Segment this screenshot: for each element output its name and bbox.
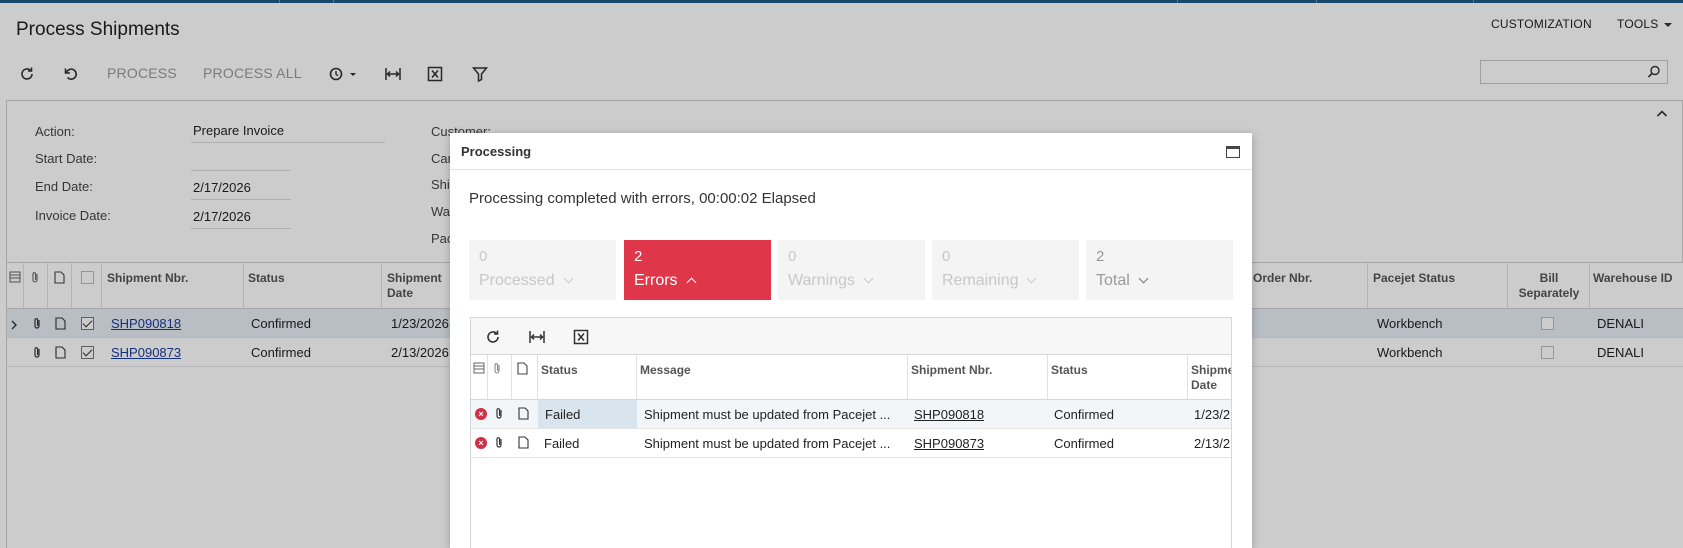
chevron-down-icon: [1138, 273, 1149, 284]
chevron-down-icon: [563, 273, 574, 284]
status-2-cell: Confirmed: [1054, 407, 1114, 422]
col-shipment-date-line1: Shipme: [1191, 363, 1232, 377]
warnings-label: Warnings: [788, 272, 874, 290]
shipment-nbr-link[interactable]: SHP090818: [914, 407, 984, 422]
col-message[interactable]: Message: [640, 363, 691, 378]
remaining-tile[interactable]: 0 Remaining: [932, 240, 1079, 300]
processing-dialog: Processing Processing completed with err…: [450, 133, 1252, 548]
errors-label-text: Errors: [634, 272, 678, 289]
chevron-down-icon: [1027, 273, 1037, 284]
total-label: Total: [1096, 272, 1149, 290]
results-toolbar: [471, 318, 1231, 355]
results-header: Status Message Shipment Nbr. Status Ship…: [471, 355, 1231, 400]
errors-count: 2: [634, 248, 643, 265]
chevron-up-icon: [686, 277, 697, 288]
status-cell[interactable]: Failed: [544, 436, 579, 451]
note-icon: [517, 362, 528, 378]
errors-tile[interactable]: 2 Errors: [624, 240, 771, 300]
col-status-2[interactable]: Status: [1051, 363, 1088, 378]
status-2-cell: Confirmed: [1054, 436, 1114, 451]
message-cell: Shipment must be updated from Pacejet ..…: [644, 436, 891, 451]
status-cell[interactable]: Failed: [538, 400, 637, 428]
dialog-divider: [450, 169, 1252, 170]
row-settings-icon[interactable]: [473, 362, 485, 377]
attachment-icon[interactable]: [493, 407, 505, 423]
note-icon[interactable]: [518, 407, 529, 423]
error-icon: ×: [475, 408, 487, 420]
chevron-down-icon: [863, 273, 874, 284]
remaining-count: 0: [942, 248, 951, 265]
remaining-label-text: Remaining: [942, 272, 1019, 289]
processing-status-message: Processing completed with errors, 00:00:…: [469, 190, 816, 207]
remaining-label: Remaining: [942, 272, 1037, 290]
refresh-icon[interactable]: [483, 327, 503, 347]
attachment-icon[interactable]: [493, 436, 505, 452]
processed-tile[interactable]: 0 Processed: [469, 240, 616, 300]
table-row[interactable]: × Failed Shipment must be updated from P…: [471, 429, 1231, 458]
shipment-date-cell: 1/23/2: [1194, 407, 1231, 422]
col-shipment-nbr[interactable]: Shipment Nbr.: [911, 363, 992, 378]
shipment-date-cell: 2/13/2: [1194, 436, 1231, 451]
col-shipment-date-line2: Date: [1191, 378, 1218, 392]
errors-label: Errors: [634, 272, 697, 290]
col-status[interactable]: Status: [541, 363, 578, 378]
total-count: 2: [1096, 248, 1105, 265]
warnings-tile[interactable]: 0 Warnings: [778, 240, 925, 300]
error-icon: ×: [475, 437, 487, 449]
warnings-label-text: Warnings: [788, 272, 855, 289]
col-shipment-date[interactable]: Shipme Date: [1191, 363, 1232, 393]
fit-to-screen-icon[interactable]: [527, 327, 547, 347]
note-icon[interactable]: [518, 436, 529, 452]
processed-label-text: Processed: [479, 272, 555, 289]
total-tile[interactable]: 2 Total: [1086, 240, 1233, 300]
total-label-text: Total: [1096, 272, 1130, 289]
attachment-icon: [491, 362, 503, 378]
table-row[interactable]: × Failed Shipment must be updated from P…: [471, 400, 1231, 429]
warnings-count: 0: [788, 248, 797, 265]
shipment-nbr-link[interactable]: SHP090873: [914, 436, 984, 451]
maximize-icon[interactable]: [1226, 146, 1240, 158]
export-excel-icon[interactable]: [571, 327, 591, 347]
processed-label: Processed: [479, 272, 574, 290]
message-cell: Shipment must be updated from Pacejet ..…: [644, 407, 891, 422]
results-grid: Status Message Shipment Nbr. Status Ship…: [470, 317, 1232, 548]
dialog-title: Processing: [461, 144, 532, 159]
processed-count: 0: [479, 248, 488, 265]
